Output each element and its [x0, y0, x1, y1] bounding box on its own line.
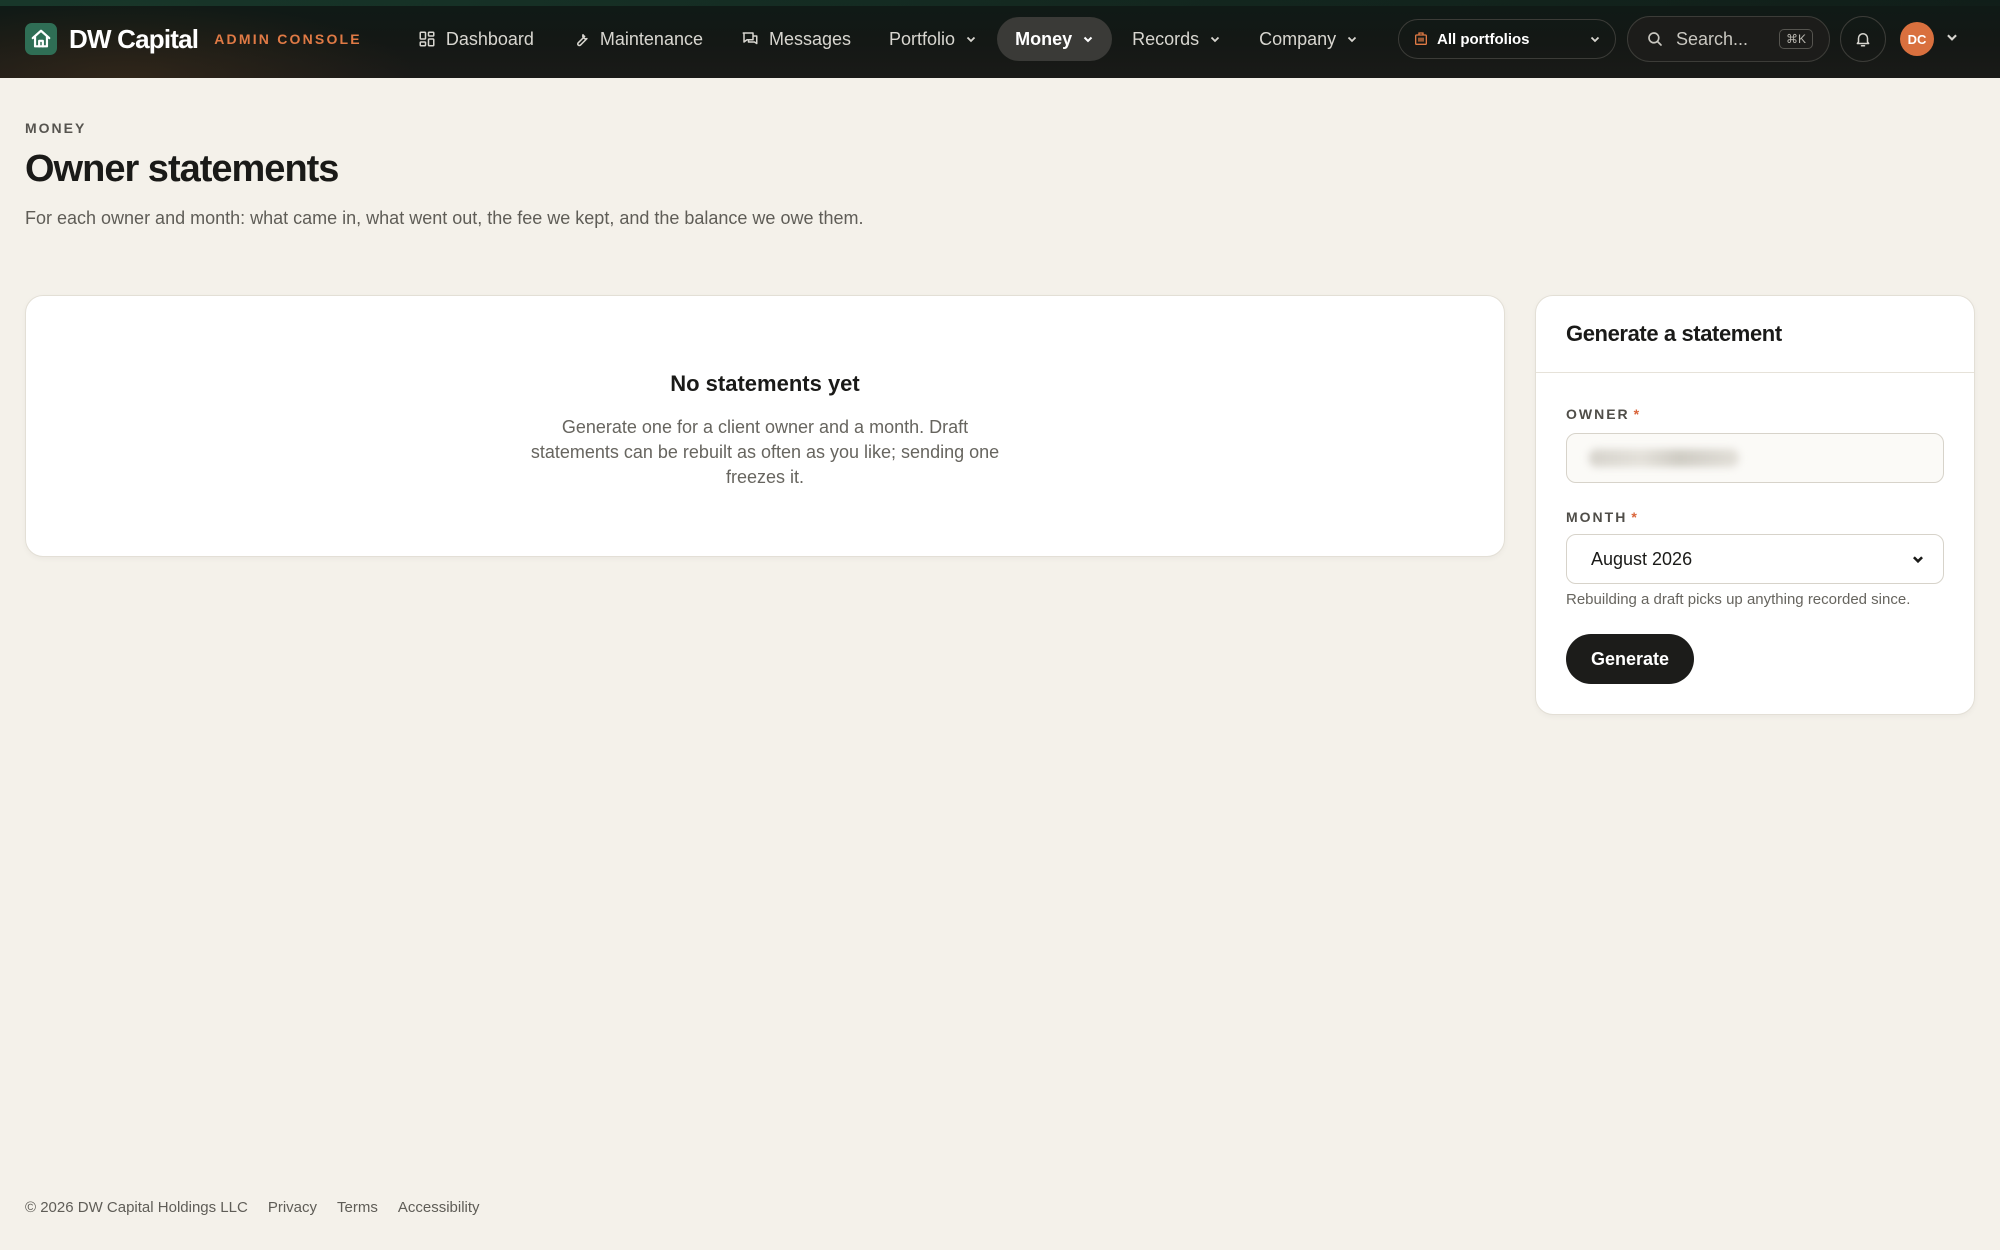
nav-item-records[interactable]: Records — [1114, 17, 1239, 61]
bell-icon — [1854, 30, 1872, 48]
brand[interactable]: DW Capital ADMIN CONSOLE — [25, 23, 362, 55]
main-nav: Dashboard Maintenance Messages Portfolio — [400, 17, 1378, 61]
portfolio-filter-value: All portfolios — [1437, 30, 1530, 48]
generate-button[interactable]: Generate — [1566, 634, 1694, 684]
notifications-button[interactable] — [1840, 16, 1886, 62]
grid-icon — [418, 30, 436, 48]
nav-label: Records — [1132, 28, 1200, 49]
month-select-value: August 2026 — [1591, 548, 1693, 569]
search-input[interactable]: Search... ⌘K — [1627, 16, 1830, 62]
page-subtitle: For each owner and month: what came in, … — [25, 208, 864, 228]
nav-label: Portfolio — [889, 28, 956, 49]
wrench-icon — [572, 30, 590, 48]
month-hint: Rebuilding a draft picks up anything rec… — [1566, 591, 1911, 608]
chevron-down-icon — [1589, 33, 1601, 45]
nav-label: Messages — [768, 28, 852, 49]
month-label: MONTH * — [1566, 509, 1639, 525]
nav-item-company[interactable]: Company — [1241, 17, 1376, 61]
month-select[interactable]: August 2026 — [1566, 534, 1944, 584]
top-nav-bar: DW Capital ADMIN CONSOLE Dashboard Maint… — [0, 0, 2000, 78]
brand-tag: ADMIN CONSOLE — [214, 31, 362, 47]
building-icon — [1413, 31, 1429, 47]
footer: © 2026 DW Capital Holdings LLC Privacy T… — [25, 1199, 500, 1216]
footer-link-terms[interactable]: Terms — [337, 1199, 378, 1216]
avatar[interactable]: DC — [1900, 22, 1934, 56]
chevron-down-icon — [1082, 33, 1094, 45]
chevron-down-icon[interactable] — [1945, 30, 1959, 44]
nav-item-dashboard[interactable]: Dashboard — [400, 17, 552, 61]
house-icon — [25, 23, 57, 55]
chevron-down-icon — [965, 33, 977, 45]
nav-item-money[interactable]: Money — [997, 17, 1113, 61]
empty-state-title: No statements yet — [670, 371, 860, 396]
nav-label: Company — [1259, 28, 1337, 49]
footer-link-accessibility[interactable]: Accessibility — [398, 1199, 480, 1216]
nav-item-messages[interactable]: Messages — [723, 17, 869, 61]
statements-empty-state: No statements yet Generate one for a cli… — [25, 295, 1505, 557]
nav-label: Dashboard — [445, 28, 534, 49]
footer-copyright: © 2026 DW Capital Holdings LLC — [25, 1199, 248, 1216]
generate-statement-panel: Generate a statement OWNER * MONTH * Augus… — [1535, 295, 1975, 715]
portfolio-filter-select[interactable]: All portfolios — [1398, 19, 1616, 59]
month-label-text: MONTH — [1566, 509, 1628, 525]
page-title: Owner statements — [25, 148, 339, 190]
owner-field[interactable] — [1566, 433, 1944, 483]
search-shortcut-badge: ⌘K — [1778, 29, 1813, 49]
search-placeholder: Search... — [1676, 28, 1749, 49]
owner-label: OWNER * — [1566, 406, 1641, 422]
required-mark: * — [1633, 406, 1642, 422]
brand-name: DW Capital — [69, 23, 199, 54]
nav-item-maintenance[interactable]: Maintenance — [554, 17, 721, 61]
owner-label-text: OWNER — [1566, 406, 1630, 422]
nav-label: Money — [1015, 28, 1073, 49]
nav-label: Maintenance — [599, 28, 703, 49]
footer-link-privacy[interactable]: Privacy — [268, 1199, 317, 1216]
chevron-down-icon — [1209, 33, 1221, 45]
redacted-owner-value — [1589, 449, 1739, 467]
chevron-down-icon — [1346, 33, 1358, 45]
chat-icon — [741, 30, 759, 48]
breadcrumb: MONEY — [25, 120, 87, 136]
panel-title: Generate a statement — [1536, 296, 1974, 373]
chevron-down-icon — [1911, 552, 1925, 566]
nav-item-portfolio[interactable]: Portfolio — [871, 17, 995, 61]
required-mark: * — [1631, 509, 1639, 525]
empty-state-text: Generate one for a client owner and a mo… — [530, 417, 1000, 487]
search-icon — [1646, 30, 1664, 48]
